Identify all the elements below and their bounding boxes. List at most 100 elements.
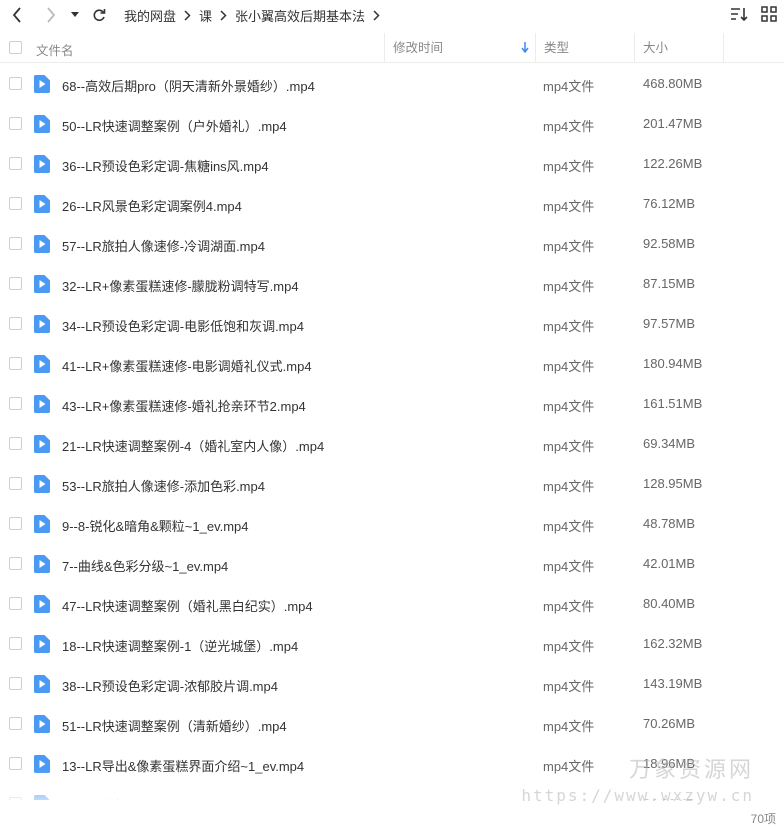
file-size: 161.51MB — [643, 396, 703, 411]
file-row[interactable]: 34--LR预设色彩定调-电影低饱和灰调.mp4 mp4文件 97.57MB — [0, 304, 784, 344]
file-name[interactable]: 34--LR预设色彩定调-电影低饱和灰调.mp4 — [62, 316, 304, 335]
file-name[interactable]: 21--LR快速调整案例-4（婚礼室内人像）.mp4 — [62, 436, 324, 455]
file-name[interactable]: 47--LR快速调整案例（婚礼黑白纪实）.mp4 — [62, 596, 313, 615]
file-list-header: 文件名 修改时间 类型 大小 — [0, 33, 784, 63]
status-bar: 70项 — [0, 805, 784, 829]
file-size: 162.32MB — [643, 636, 703, 651]
file-checkbox[interactable] — [9, 597, 22, 610]
file-row[interactable]: 7--曲线&色彩分级~1_ev.mp4 mp4文件 42.01MB — [0, 544, 784, 584]
file-checkbox[interactable] — [9, 157, 22, 170]
file-row[interactable]: 53--LR旅拍人像速修-添加色彩.mp4 mp4文件 128.95MB — [0, 464, 784, 504]
file-name[interactable]: 51--LR快速调整案例（清新婚纱）.mp4 — [62, 716, 287, 735]
video-file-icon — [34, 235, 50, 253]
column-header-mtime-label: 修改时间 — [393, 41, 444, 55]
file-row[interactable]: 50--LR快速调整案例（户外婚礼）.mp4 mp4文件 201.47MB — [0, 104, 784, 144]
toolbar: 我的网盘 课 张小翼高效后期基本法 — [0, 0, 784, 30]
file-checkbox[interactable] — [9, 517, 22, 530]
column-header-size[interactable]: 大小 — [634, 33, 724, 63]
breadcrumb-item-course[interactable]: 课 — [199, 6, 212, 25]
refresh-icon — [93, 9, 106, 21]
file-checkbox[interactable] — [9, 317, 22, 330]
file-size: 468.80MB — [643, 76, 703, 91]
file-type: mp4文件 — [543, 239, 595, 254]
video-file-icon — [34, 635, 50, 653]
file-type: mp4文件 — [543, 719, 595, 734]
file-checkbox[interactable] — [9, 477, 22, 490]
forward-button[interactable] — [38, 2, 64, 28]
file-row[interactable]: 43--LR+像素蛋糕速修-婚礼抢亲环节2.mp4 mp4文件 161.51MB — [0, 384, 784, 424]
file-row[interactable]: 47--LR快速调整案例（婚礼黑白纪实）.mp4 mp4文件 80.40MB — [0, 584, 784, 624]
refresh-button[interactable] — [86, 2, 112, 28]
file-name[interactable]: 41--LR+像素蛋糕速修-电影调婚礼仪式.mp4 — [62, 356, 312, 375]
file-checkbox[interactable] — [9, 357, 22, 370]
file-checkbox[interactable] — [9, 757, 22, 770]
file-name[interactable]: 54--LR旅拍人像速修-减少色彩.mp4 — [62, 796, 265, 800]
file-checkbox[interactable] — [9, 557, 22, 570]
video-file-icon — [34, 355, 50, 373]
chevron-right-icon — [47, 7, 56, 23]
chevron-right-icon — [220, 9, 227, 21]
file-name[interactable]: 18--LR快速调整案例-1（逆光城堡）.mp4 — [62, 636, 298, 655]
file-row[interactable]: 36--LR预设色彩定调-焦糖ins风.mp4 mp4文件 122.26MB — [0, 144, 784, 184]
breadcrumb-item-root[interactable]: 我的网盘 — [124, 6, 176, 25]
file-size: 76.12MB — [643, 196, 696, 211]
file-row[interactable]: 51--LR快速调整案例（清新婚纱）.mp4 mp4文件 70.26MB — [0, 704, 784, 744]
file-name[interactable]: 43--LR+像素蛋糕速修-婚礼抢亲环节2.mp4 — [62, 396, 306, 415]
file-name[interactable]: 68--高效后期pro（阴天清新外景婚纱）.mp4 — [62, 76, 315, 95]
column-header-mtime[interactable]: 修改时间 — [384, 33, 535, 63]
file-row[interactable]: 32--LR+像素蛋糕速修-朦胧粉调特写.mp4 mp4文件 87.15MB — [0, 264, 784, 304]
file-type: mp4文件 — [543, 319, 595, 334]
file-name[interactable]: 50--LR快速调整案例（户外婚礼）.mp4 — [62, 116, 287, 135]
column-header-name[interactable]: 文件名 — [36, 40, 74, 59]
file-name[interactable]: 36--LR预设色彩定调-焦糖ins风.mp4 — [62, 156, 269, 175]
file-checkbox[interactable] — [9, 77, 22, 90]
file-checkbox[interactable] — [9, 197, 22, 210]
file-name[interactable]: 26--LR风景色彩定调案例4.mp4 — [62, 196, 242, 215]
file-checkbox[interactable] — [9, 117, 22, 130]
item-count: 70项 — [750, 812, 776, 826]
video-file-icon — [34, 555, 50, 573]
file-row[interactable]: 57--LR旅拍人像速修-冷调湖面.mp4 mp4文件 92.58MB — [0, 224, 784, 264]
file-checkbox[interactable] — [9, 637, 22, 650]
file-name[interactable]: 38--LR预设色彩定调-浓郁胶片调.mp4 — [62, 676, 278, 695]
file-row[interactable]: 38--LR预设色彩定调-浓郁胶片调.mp4 mp4文件 143.19MB — [0, 664, 784, 704]
file-type: mp4文件 — [543, 519, 595, 534]
file-checkbox[interactable] — [9, 437, 22, 450]
file-row[interactable]: 26--LR风景色彩定调案例4.mp4 mp4文件 76.12MB — [0, 184, 784, 224]
file-row[interactable]: 9--8-锐化&暗角&颗粒~1_ev.mp4 mp4文件 48.78MB — [0, 504, 784, 544]
history-dropdown-button[interactable] — [68, 2, 82, 28]
watermark-url: https://www.wxzyw.cn — [521, 786, 754, 805]
file-name[interactable]: 7--曲线&色彩分级~1_ev.mp4 — [62, 556, 228, 575]
file-checkbox[interactable] — [9, 717, 22, 730]
video-file-icon — [34, 435, 50, 453]
file-checkbox[interactable] — [9, 397, 22, 410]
select-all-checkbox[interactable] — [9, 41, 22, 54]
column-header-type[interactable]: 类型 — [535, 33, 634, 63]
breadcrumb-item-current[interactable]: 张小翼高效后期基本法 — [235, 6, 365, 25]
file-checkbox[interactable] — [9, 677, 22, 690]
file-checkbox[interactable] — [9, 277, 22, 290]
sort-button[interactable] — [730, 5, 748, 23]
file-row[interactable]: 41--LR+像素蛋糕速修-电影调婚礼仪式.mp4 mp4文件 180.94MB — [0, 344, 784, 384]
file-size: 69.34MB — [643, 436, 696, 451]
video-file-icon — [34, 115, 50, 133]
file-checkbox[interactable] — [9, 237, 22, 250]
file-name[interactable]: 32--LR+像素蛋糕速修-朦胧粉调特写.mp4 — [62, 276, 299, 295]
chevron-right-icon — [184, 9, 191, 21]
file-name[interactable]: 13--LR导出&像素蛋糕界面介绍~1_ev.mp4 — [62, 756, 304, 775]
file-name[interactable]: 57--LR旅拍人像速修-冷调湖面.mp4 — [62, 236, 265, 255]
file-row[interactable]: 68--高效后期pro（阴天清新外景婚纱）.mp4 mp4文件 468.80MB — [0, 64, 784, 104]
file-checkbox[interactable] — [9, 797, 22, 800]
file-row[interactable]: 21--LR快速调整案例-4（婚礼室内人像）.mp4 mp4文件 69.34MB — [0, 424, 784, 464]
file-size: 180.94MB — [643, 356, 703, 371]
column-header-size-label: 大小 — [643, 41, 669, 55]
file-name[interactable]: 53--LR旅拍人像速修-添加色彩.mp4 — [62, 476, 265, 495]
file-size: 87.15MB — [643, 276, 696, 291]
grid-view-button[interactable] — [760, 5, 778, 23]
file-row[interactable]: 18--LR快速调整案例-1（逆光城堡）.mp4 mp4文件 162.32MB — [0, 624, 784, 664]
back-button[interactable] — [4, 2, 30, 28]
file-type: mp4文件 — [543, 599, 595, 614]
video-file-icon — [34, 475, 50, 493]
file-name[interactable]: 9--8-锐化&暗角&颗粒~1_ev.mp4 — [62, 516, 249, 535]
file-size: 201.47MB — [643, 116, 703, 131]
